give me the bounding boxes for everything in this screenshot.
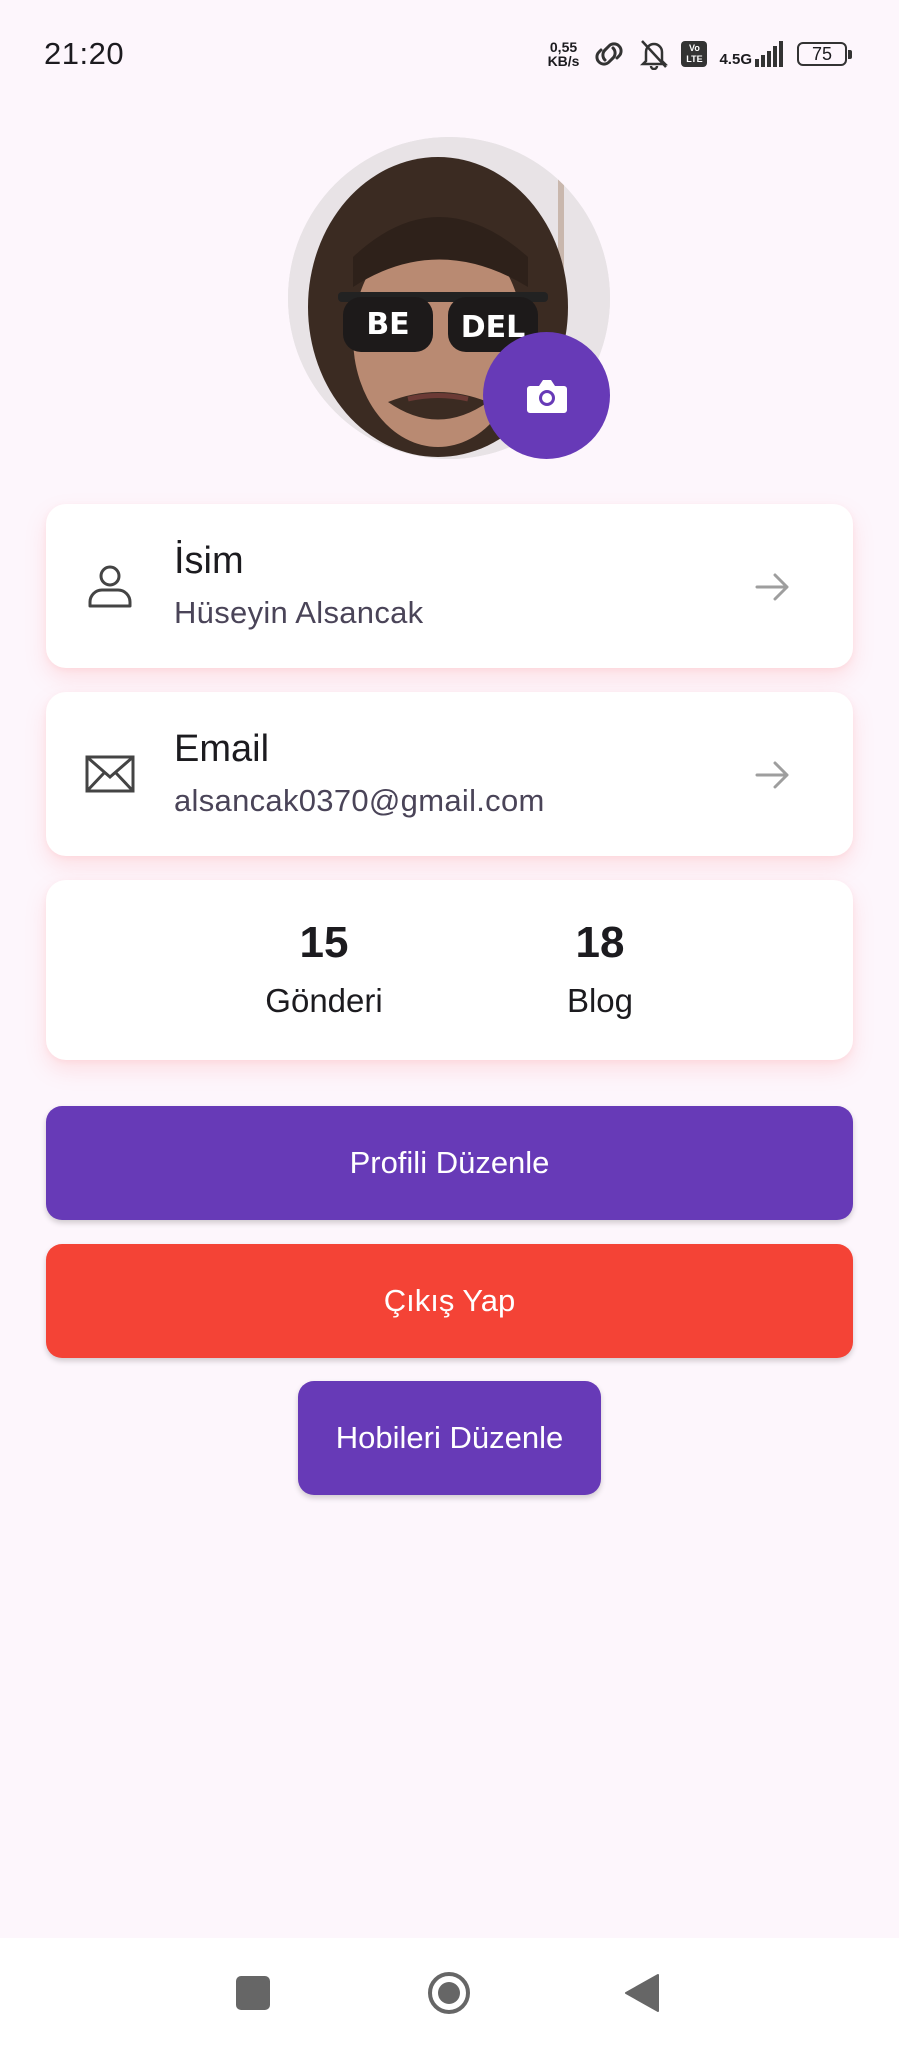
arrow-right-icon: [755, 761, 789, 789]
signal-icon: [755, 41, 783, 67]
name-row[interactable]: İsim Hüseyin Alsancak: [46, 504, 853, 668]
stat-blogs[interactable]: 18 Blog: [500, 918, 700, 1020]
profile-avatar-area: BE DEL: [288, 137, 610, 459]
battery-icon: 75: [797, 42, 852, 66]
signal-group: 4.5G: [719, 41, 785, 67]
bell-off-icon: [640, 40, 669, 70]
stat-posts[interactable]: 15 Gönderi: [224, 918, 424, 1020]
stat-blogs-label: Blog: [566, 982, 634, 1019]
net-speed-unit: KB/s: [547, 53, 580, 69]
stat-blogs-value: 18: [575, 918, 625, 967]
status-bar: 21:20 0,55 KB/s Vo LTE 4.5G 75: [0, 0, 899, 110]
status-time: 21:20: [44, 36, 125, 71]
square-icon[interactable]: [230, 1970, 276, 2016]
change-photo-button[interactable]: [483, 332, 610, 459]
stat-posts-value: 15: [299, 918, 349, 967]
stats-card: 15 Gönderi 18 Blog: [46, 880, 853, 1060]
net-speed-value: 0,55: [549, 39, 578, 55]
home-circle-icon[interactable]: [426, 1970, 472, 2016]
stat-posts-label: Gönderi: [265, 982, 383, 1019]
edit-profile-button[interactable]: Profili Düzenle: [46, 1106, 853, 1220]
email-title: Email: [174, 728, 270, 770]
battery-level: 75: [811, 43, 833, 64]
avatar-text-left: BE: [366, 307, 409, 342]
network-type: 4.5G: [719, 51, 752, 68]
system-nav-bar: [0, 1938, 899, 2048]
edit-hobbies-button[interactable]: Hobileri Düzenle: [298, 1381, 601, 1495]
arrow-right-icon: [755, 573, 789, 601]
back-triangle-icon[interactable]: [620, 1970, 666, 2016]
name-title: İsim: [174, 540, 244, 582]
link-icon: [595, 42, 624, 66]
net-speed: 0,55 KB/s: [548, 40, 580, 68]
person-icon: [88, 565, 132, 608]
status-icons: 0,55 KB/s Vo LTE 4.5G 75: [548, 36, 852, 72]
email-value: alsancak0370@gmail.com: [174, 783, 545, 818]
mail-icon: [85, 755, 135, 793]
volte-icon: Vo LTE: [681, 41, 708, 67]
email-row[interactable]: Email alsancak0370@gmail.com: [46, 692, 853, 856]
camera-icon: [526, 379, 567, 413]
name-value: Hüseyin Alsancak: [174, 595, 424, 630]
logout-button[interactable]: Çıkış Yap: [46, 1244, 853, 1358]
